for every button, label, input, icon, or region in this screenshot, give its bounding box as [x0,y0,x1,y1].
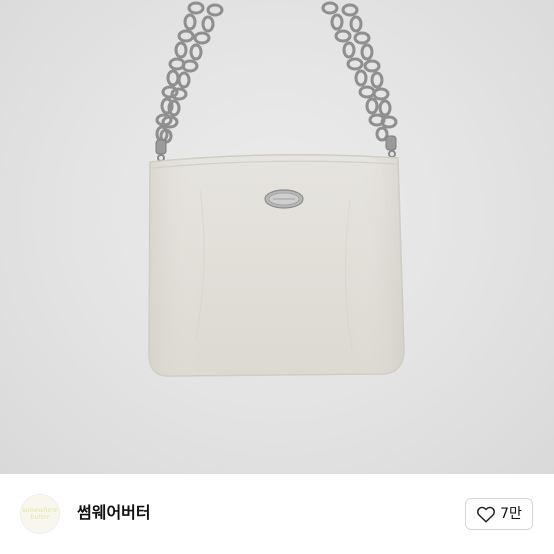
product-image[interactable] [0,0,554,474]
strap-clasps [155,135,397,155]
left-chain [155,1,224,144]
brand-logo[interactable]: somewhere butter [20,494,60,534]
heart-outline-icon [476,505,496,523]
product-footer: somewhere butter 썸웨어버터 7만 [0,474,554,554]
right-chain [321,1,398,142]
brand-name[interactable]: 썸웨어버터 [77,502,151,524]
brand-logo-text-top: somewhere [22,507,58,514]
logo-plate [264,189,304,209]
like-button[interactable]: 7만 [465,498,533,530]
handbag-illustration [148,1,405,377]
brand-logo-text-bottom: butter [30,514,50,521]
like-count: 7만 [500,506,522,522]
